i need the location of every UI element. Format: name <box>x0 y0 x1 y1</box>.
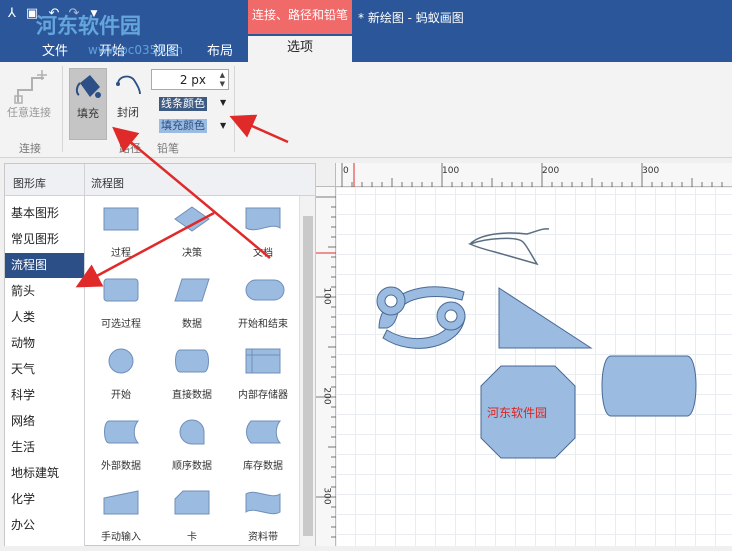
ruler-top-label: 300 <box>642 166 660 176</box>
context-tab-label: 连接、路径和铅笔 <box>248 0 352 34</box>
any-connect-label[interactable]: 任意连接 <box>7 104 51 120</box>
shape-start[interactable]: 开始 <box>86 338 156 409</box>
fill-button[interactable]: 填充 <box>69 68 107 140</box>
shape-manual-input[interactable]: 手动输入 <box>86 480 156 551</box>
shape-terminator[interactable]: 开始和结束 <box>228 267 298 338</box>
drawing-canvas[interactable]: 河东软件园 <box>337 188 732 546</box>
canvas-drawing <box>376 228 697 459</box>
spin-down-icon[interactable]: ▼ <box>220 80 225 88</box>
tab-file[interactable]: 文件 <box>42 40 68 59</box>
group-separator <box>234 66 235 152</box>
category-item[interactable]: 天气 <box>5 357 84 382</box>
shapes-panel: 图形库 流程图 基本图形 常见图形 流程图 箭头 人类 动物 天气 科学 网络 … <box>4 163 316 546</box>
watermark-url: www.pc0359.cn <box>88 43 183 57</box>
library-header: 图形库 <box>13 177 46 190</box>
category-item[interactable]: 常见图形 <box>5 227 84 252</box>
spin-up-icon[interactable]: ▲ <box>220 71 225 79</box>
shape-process[interactable]: 过程 <box>86 196 156 267</box>
fill-color-button[interactable]: 填充颜色 <box>159 119 207 133</box>
ruler-top-label: 100 <box>442 166 460 176</box>
category-item[interactable]: 生活 <box>5 435 84 460</box>
connect-group-label: 连接 <box>19 142 41 155</box>
close-path-icon[interactable] <box>114 74 144 96</box>
fill-color-dropdown-icon[interactable]: ▼ <box>220 121 226 130</box>
shape-grid: 过程 决策 文档 可选过程 数据 开始和结束 开始 直接数据 内部存储器 外部数… <box>86 196 298 546</box>
close-path-label[interactable]: 封闭 <box>117 104 139 120</box>
tab-options[interactable]: 选项 <box>248 36 352 62</box>
ruler-top-ticks <box>341 163 723 187</box>
shape-stored-data[interactable]: 库存数据 <box>228 409 298 480</box>
category-item[interactable]: 办公 <box>5 513 84 538</box>
shape-sequential-data[interactable]: 顺序数据 <box>157 409 227 480</box>
shape-punched-tape[interactable]: 资料带 <box>228 480 298 551</box>
any-connect-icon[interactable] <box>14 68 50 104</box>
group-separator <box>62 66 63 152</box>
category-item[interactable]: 网络 <box>5 409 84 434</box>
category-header: 流程图 <box>91 177 124 190</box>
shape-internal-storage[interactable]: 内部存储器 <box>228 338 298 409</box>
ruler-top-label: 0 <box>343 166 349 176</box>
category-list: 基本图形 常见图形 流程图 箭头 人类 动物 天气 科学 网络 生活 地标建筑 … <box>5 196 85 546</box>
path-group-label: 路径 <box>119 142 141 155</box>
ruler-left: 100 200 300 <box>316 187 336 546</box>
category-item[interactable]: 地标建筑 <box>5 461 84 486</box>
tab-layout[interactable]: 布局 <box>207 40 233 59</box>
category-item[interactable]: 动物 <box>5 331 84 356</box>
shape-grid-scrollbar[interactable] <box>299 196 315 546</box>
category-item[interactable]: 人类 <box>5 305 84 330</box>
window-title: * 新绘图 - 蚂蚁画图 <box>358 11 464 25</box>
pencil-group-label: 铅笔 <box>157 142 179 155</box>
category-item[interactable]: 基本图形 <box>5 201 84 226</box>
app-logo-icon: ⅄ <box>8 6 16 21</box>
ruler-left-label: 200 <box>321 387 332 405</box>
category-item[interactable]: 化学 <box>5 487 84 512</box>
shape-document[interactable]: 文档 <box>228 196 298 267</box>
line-width-value: 2 px <box>179 73 206 87</box>
shape-data[interactable]: 数据 <box>157 267 227 338</box>
paint-bucket-icon <box>75 75 101 98</box>
scrollbar-thumb[interactable] <box>303 216 313 536</box>
ruler-left-label: 100 <box>321 287 332 305</box>
line-color-dropdown-icon[interactable]: ▼ <box>220 98 226 107</box>
ruler-top-label: 200 <box>542 166 560 176</box>
watermark-logo: 河东软件园 <box>36 14 141 38</box>
octagon-text: 河东软件园 <box>487 406 548 420</box>
ribbon: 任意连接 连接 填充 封闭 路径 2 px ▲ ▼ 线条颜色 ▼ 填充颜色 ▼ … <box>0 62 732 158</box>
shape-decision[interactable]: 决策 <box>157 196 227 267</box>
panel-header: 图形库 流程图 <box>5 164 315 196</box>
line-color-button[interactable]: 线条颜色 <box>159 97 207 111</box>
shape-external-data[interactable]: 外部数据 <box>86 409 156 480</box>
ruler-top: 0 100 200 300 <box>336 163 732 187</box>
shape-direct-data[interactable]: 直接数据 <box>157 338 227 409</box>
shape-card[interactable]: 卡 <box>157 480 227 551</box>
direct-data-shape <box>601 355 697 417</box>
line-width-input[interactable]: 2 px ▲ ▼ <box>151 69 229 90</box>
category-item[interactable]: 箭头 <box>5 279 84 304</box>
ruler-left-label: 300 <box>321 487 332 505</box>
freehand-stroke <box>467 228 550 266</box>
fill-label: 填充 <box>77 107 99 120</box>
shape-alternate-process[interactable]: 可选过程 <box>86 267 156 338</box>
ruler-corner <box>316 163 336 187</box>
category-item-selected[interactable]: 流程图 <box>5 253 84 278</box>
category-item[interactable]: 科学 <box>5 383 84 408</box>
triangle-shape <box>498 287 593 349</box>
